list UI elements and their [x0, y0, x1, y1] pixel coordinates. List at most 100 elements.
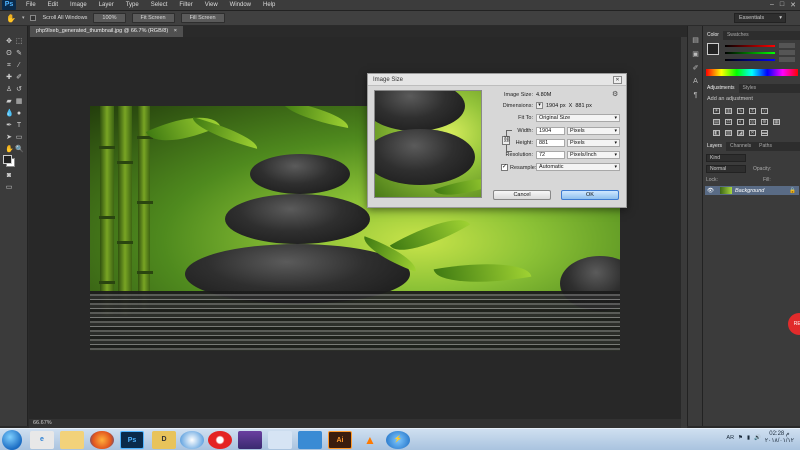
black-white-adjustment-icon[interactable]: ◐	[737, 119, 744, 125]
document-tab[interactable]: php9Ixeb_generated_thumbnail.jpg @ 66.7%…	[30, 26, 183, 37]
winrar-icon[interactable]	[238, 431, 262, 449]
document-close-icon[interactable]: ×	[174, 28, 177, 34]
firefox-icon[interactable]	[90, 431, 114, 449]
move-tool-icon[interactable]: ✥	[5, 38, 13, 45]
menu-edit[interactable]: Edit	[42, 0, 64, 11]
zoom-level[interactable]: 66.67%	[33, 420, 52, 426]
visibility-eye-icon[interactable]: 👁	[707, 188, 714, 194]
cancel-button[interactable]: Cancel	[493, 190, 551, 200]
vlc-icon[interactable]: ▲	[358, 431, 382, 449]
marquee-tool-icon[interactable]: ⬚	[15, 38, 23, 45]
menu-filter[interactable]: Filter	[173, 0, 198, 11]
settings-gear-icon[interactable]: ⚙	[612, 90, 618, 98]
hue-saturation-adjustment-icon[interactable]: ▤	[713, 119, 720, 125]
brightness-adjustment-icon[interactable]: ☀	[713, 108, 720, 114]
tab-layers[interactable]: Layers	[703, 142, 727, 151]
channel-mixer-adjustment-icon[interactable]: ⊕	[761, 119, 768, 125]
exposure-adjustment-icon[interactable]: ±	[749, 108, 756, 114]
menu-file[interactable]: File	[20, 0, 42, 11]
scroll-all-checkbox[interactable]	[30, 15, 37, 21]
start-button[interactable]	[2, 430, 22, 450]
paint-icon[interactable]	[268, 431, 292, 449]
hand-tool-icon[interactable]: ✋	[5, 146, 14, 153]
language-indicator[interactable]: AR	[726, 435, 734, 441]
dialog-preview[interactable]	[374, 90, 482, 198]
blue-value[interactable]	[779, 57, 795, 62]
curves-adjustment-icon[interactable]: ∿	[737, 108, 744, 114]
clone-stamp-tool-icon[interactable]: ♙	[5, 86, 13, 93]
resolution-unit-select[interactable]: Pixels/Inch ▾	[567, 151, 620, 159]
zoom-tool-icon[interactable]: 🔍	[15, 146, 24, 153]
shape-tool-icon[interactable]: ▭	[15, 134, 23, 141]
clock[interactable]: 02:28 م ٢٠١٨/٠١/١٢	[765, 431, 794, 445]
daemon-tools-icon[interactable]: D	[152, 431, 176, 449]
tab-swatches[interactable]: Swatches	[723, 31, 753, 40]
resolution-input[interactable]: 72	[536, 151, 565, 159]
fit-to-select[interactable]: Original Size ▾	[536, 114, 620, 122]
maximize-icon[interactable]: □	[780, 1, 784, 9]
layer-row-background[interactable]: 👁 Background 🔒	[705, 186, 799, 195]
gradient-tool-icon[interactable]: ▦	[15, 98, 23, 105]
resample-select[interactable]: Automatic ▾	[536, 163, 620, 171]
tab-styles[interactable]: Styles	[739, 84, 761, 93]
lasso-tool-icon[interactable]: ʘ	[5, 50, 13, 57]
layer-name[interactable]: Background	[735, 188, 764, 194]
properties-icon[interactable]: ▣	[691, 50, 700, 58]
character-icon[interactable]: A	[691, 78, 700, 86]
opera-icon[interactable]	[208, 431, 232, 449]
workspace-select[interactable]: Essentials ▾	[734, 13, 786, 23]
blue-slider[interactable]	[725, 59, 775, 61]
color-lookup-adjustment-icon[interactable]: ▦	[773, 119, 780, 125]
dimensions-dropdown-icon[interactable]: ▾	[536, 102, 543, 109]
green-value[interactable]	[779, 50, 795, 55]
brush-tool-icon[interactable]: ✐	[15, 74, 23, 81]
type-tool-icon[interactable]: T	[15, 122, 23, 129]
hand-tool-icon[interactable]: ✋	[6, 14, 16, 23]
gradient-map-adjustment-icon[interactable]: ▬	[761, 130, 768, 136]
width-unit-select[interactable]: Pixels ▾	[567, 127, 620, 135]
tab-color[interactable]: Color	[703, 31, 723, 40]
remote-desktop-icon[interactable]	[298, 431, 322, 449]
dialog-close-icon[interactable]: ✕	[613, 76, 622, 84]
photo-filter-adjustment-icon[interactable]: ◎	[749, 119, 756, 125]
dodge-tool-icon[interactable]: ●	[15, 110, 23, 117]
menu-view[interactable]: View	[199, 0, 224, 11]
menu-window[interactable]: Window	[224, 0, 257, 11]
quick-select-tool-icon[interactable]: ✎	[15, 50, 23, 57]
height-unit-select[interactable]: Pixels ▾	[567, 139, 620, 147]
photoshop-taskbar-icon[interactable]: Ps	[120, 431, 144, 449]
paragraph-icon[interactable]: ¶	[691, 92, 700, 100]
brush-preset-icon[interactable]: ✐	[691, 64, 700, 72]
history-icon[interactable]: ▤	[691, 36, 700, 44]
red-value[interactable]	[779, 43, 795, 48]
file-explorer-icon[interactable]	[60, 431, 84, 449]
menu-help[interactable]: Help	[257, 0, 281, 11]
blend-mode-select[interactable]: Normal	[706, 165, 746, 173]
fill-screen-button[interactable]: Fill Screen	[180, 13, 225, 23]
foreground-color-swatch[interactable]	[3, 155, 12, 164]
menu-type[interactable]: Type	[120, 0, 145, 11]
red-slider[interactable]	[725, 45, 775, 47]
path-select-tool-icon[interactable]: ➤	[5, 134, 13, 141]
crop-tool-icon[interactable]: ⌗	[5, 62, 13, 69]
menu-image[interactable]: Image	[64, 0, 93, 11]
minimize-icon[interactable]: –	[770, 1, 774, 9]
posterize-adjustment-icon[interactable]: ▨	[725, 130, 732, 136]
zoom-100-button[interactable]: 100%	[93, 13, 126, 23]
levels-adjustment-icon[interactable]: ▥	[725, 108, 732, 114]
eraser-tool-icon[interactable]: ▰	[5, 98, 13, 105]
color-balance-adjustment-icon[interactable]: ⚖	[725, 119, 732, 125]
menu-layer[interactable]: Layer	[93, 0, 120, 11]
screen-mode-icon[interactable]: ▭	[5, 184, 13, 191]
foreground-color-chip[interactable]	[707, 43, 719, 55]
healing-tool-icon[interactable]: ✚	[5, 74, 13, 81]
selective-color-adjustment-icon[interactable]: ✕	[749, 130, 756, 136]
fit-screen-button[interactable]: Fit Screen	[131, 13, 175, 23]
flag-icon[interactable]: ⚑	[738, 435, 743, 441]
blur-tool-icon[interactable]: 💧	[5, 110, 14, 117]
illustrator-taskbar-icon[interactable]: Ai	[328, 431, 352, 449]
height-input[interactable]: 881	[536, 139, 565, 147]
width-input[interactable]: 1904	[536, 127, 565, 135]
pen-tool-icon[interactable]: ✒	[5, 122, 13, 129]
close-icon[interactable]: ✕	[790, 1, 796, 9]
